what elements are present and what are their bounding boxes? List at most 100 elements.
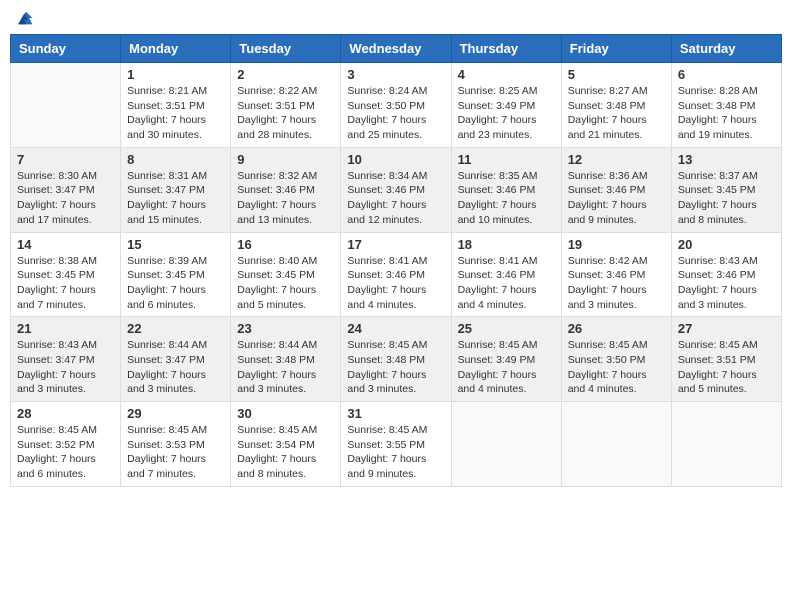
day-info: Sunrise: 8:32 AMSunset: 3:46 PMDaylight:… [237,169,334,228]
day-info: Sunrise: 8:45 AMSunset: 3:49 PMDaylight:… [458,338,555,397]
calendar-day: 16 Sunrise: 8:40 AMSunset: 3:45 PMDaylig… [231,232,341,317]
day-number: 23 [237,321,334,336]
calendar-day: 26 Sunrise: 8:45 AMSunset: 3:50 PMDaylig… [561,317,671,402]
day-info: Sunrise: 8:43 AMSunset: 3:46 PMDaylight:… [678,254,775,313]
day-info: Sunrise: 8:45 AMSunset: 3:51 PMDaylight:… [678,338,775,397]
day-number: 26 [568,321,665,336]
day-number: 31 [347,406,444,421]
day-number: 10 [347,152,444,167]
calendar-day [671,402,781,487]
day-info: Sunrise: 8:38 AMSunset: 3:45 PMDaylight:… [17,254,114,313]
calendar-day: 3 Sunrise: 8:24 AMSunset: 3:50 PMDayligh… [341,63,451,148]
day-header-friday: Friday [561,35,671,63]
day-info: Sunrise: 8:43 AMSunset: 3:47 PMDaylight:… [17,338,114,397]
calendar-day: 21 Sunrise: 8:43 AMSunset: 3:47 PMDaylig… [11,317,121,402]
day-info: Sunrise: 8:24 AMSunset: 3:50 PMDaylight:… [347,84,444,143]
day-info: Sunrise: 8:30 AMSunset: 3:47 PMDaylight:… [17,169,114,228]
day-info: Sunrise: 8:44 AMSunset: 3:48 PMDaylight:… [237,338,334,397]
day-info: Sunrise: 8:34 AMSunset: 3:46 PMDaylight:… [347,169,444,228]
day-number: 11 [458,152,555,167]
calendar-week-3: 14 Sunrise: 8:38 AMSunset: 3:45 PMDaylig… [11,232,782,317]
calendar-day: 24 Sunrise: 8:45 AMSunset: 3:48 PMDaylig… [341,317,451,402]
day-info: Sunrise: 8:28 AMSunset: 3:48 PMDaylight:… [678,84,775,143]
calendar-day [561,402,671,487]
day-info: Sunrise: 8:39 AMSunset: 3:45 PMDaylight:… [127,254,224,313]
calendar-day: 19 Sunrise: 8:42 AMSunset: 3:46 PMDaylig… [561,232,671,317]
logo [14,10,36,26]
calendar-week-4: 21 Sunrise: 8:43 AMSunset: 3:47 PMDaylig… [11,317,782,402]
day-number: 30 [237,406,334,421]
calendar-day: 17 Sunrise: 8:41 AMSunset: 3:46 PMDaylig… [341,232,451,317]
day-info: Sunrise: 8:36 AMSunset: 3:46 PMDaylight:… [568,169,665,228]
day-number: 14 [17,237,114,252]
day-number: 9 [237,152,334,167]
day-number: 13 [678,152,775,167]
calendar-day [451,402,561,487]
calendar-week-1: 1 Sunrise: 8:21 AMSunset: 3:51 PMDayligh… [11,63,782,148]
page-header [10,10,782,26]
calendar-day: 7 Sunrise: 8:30 AMSunset: 3:47 PMDayligh… [11,147,121,232]
calendar-day: 9 Sunrise: 8:32 AMSunset: 3:46 PMDayligh… [231,147,341,232]
day-number: 24 [347,321,444,336]
calendar-day: 11 Sunrise: 8:35 AMSunset: 3:46 PMDaylig… [451,147,561,232]
day-number: 25 [458,321,555,336]
day-number: 2 [237,67,334,82]
day-header-thursday: Thursday [451,35,561,63]
day-number: 22 [127,321,224,336]
calendar-header-row: SundayMondayTuesdayWednesdayThursdayFrid… [11,35,782,63]
calendar-day: 31 Sunrise: 8:45 AMSunset: 3:55 PMDaylig… [341,402,451,487]
day-number: 6 [678,67,775,82]
day-info: Sunrise: 8:45 AMSunset: 3:54 PMDaylight:… [237,423,334,482]
day-number: 29 [127,406,224,421]
day-number: 3 [347,67,444,82]
calendar-day: 10 Sunrise: 8:34 AMSunset: 3:46 PMDaylig… [341,147,451,232]
calendar-week-2: 7 Sunrise: 8:30 AMSunset: 3:47 PMDayligh… [11,147,782,232]
day-number: 19 [568,237,665,252]
day-number: 12 [568,152,665,167]
calendar-day: 25 Sunrise: 8:45 AMSunset: 3:49 PMDaylig… [451,317,561,402]
day-number: 1 [127,67,224,82]
day-info: Sunrise: 8:42 AMSunset: 3:46 PMDaylight:… [568,254,665,313]
calendar-day: 15 Sunrise: 8:39 AMSunset: 3:45 PMDaylig… [121,232,231,317]
day-info: Sunrise: 8:25 AMSunset: 3:49 PMDaylight:… [458,84,555,143]
day-header-monday: Monday [121,35,231,63]
day-number: 17 [347,237,444,252]
calendar-day: 18 Sunrise: 8:41 AMSunset: 3:46 PMDaylig… [451,232,561,317]
day-number: 16 [237,237,334,252]
calendar-day: 20 Sunrise: 8:43 AMSunset: 3:46 PMDaylig… [671,232,781,317]
day-number: 7 [17,152,114,167]
day-info: Sunrise: 8:41 AMSunset: 3:46 PMDaylight:… [347,254,444,313]
day-number: 5 [568,67,665,82]
day-header-sunday: Sunday [11,35,121,63]
day-number: 20 [678,237,775,252]
day-info: Sunrise: 8:41 AMSunset: 3:46 PMDaylight:… [458,254,555,313]
calendar-day: 23 Sunrise: 8:44 AMSunset: 3:48 PMDaylig… [231,317,341,402]
calendar-day: 13 Sunrise: 8:37 AMSunset: 3:45 PMDaylig… [671,147,781,232]
calendar-day: 12 Sunrise: 8:36 AMSunset: 3:46 PMDaylig… [561,147,671,232]
day-info: Sunrise: 8:45 AMSunset: 3:53 PMDaylight:… [127,423,224,482]
day-info: Sunrise: 8:44 AMSunset: 3:47 PMDaylight:… [127,338,224,397]
day-info: Sunrise: 8:45 AMSunset: 3:52 PMDaylight:… [17,423,114,482]
calendar-day [11,63,121,148]
calendar-day: 5 Sunrise: 8:27 AMSunset: 3:48 PMDayligh… [561,63,671,148]
calendar-day: 1 Sunrise: 8:21 AMSunset: 3:51 PMDayligh… [121,63,231,148]
calendar-day: 30 Sunrise: 8:45 AMSunset: 3:54 PMDaylig… [231,402,341,487]
calendar-day: 6 Sunrise: 8:28 AMSunset: 3:48 PMDayligh… [671,63,781,148]
day-info: Sunrise: 8:40 AMSunset: 3:45 PMDaylight:… [237,254,334,313]
day-number: 4 [458,67,555,82]
day-info: Sunrise: 8:37 AMSunset: 3:45 PMDaylight:… [678,169,775,228]
calendar-day: 4 Sunrise: 8:25 AMSunset: 3:49 PMDayligh… [451,63,561,148]
day-info: Sunrise: 8:45 AMSunset: 3:50 PMDaylight:… [568,338,665,397]
day-info: Sunrise: 8:45 AMSunset: 3:55 PMDaylight:… [347,423,444,482]
logo-icon [16,10,36,26]
day-info: Sunrise: 8:35 AMSunset: 3:46 PMDaylight:… [458,169,555,228]
day-number: 15 [127,237,224,252]
calendar-day: 14 Sunrise: 8:38 AMSunset: 3:45 PMDaylig… [11,232,121,317]
day-header-wednesday: Wednesday [341,35,451,63]
calendar-day: 27 Sunrise: 8:45 AMSunset: 3:51 PMDaylig… [671,317,781,402]
day-header-tuesday: Tuesday [231,35,341,63]
day-info: Sunrise: 8:45 AMSunset: 3:48 PMDaylight:… [347,338,444,397]
day-number: 8 [127,152,224,167]
day-header-saturday: Saturday [671,35,781,63]
calendar-day: 28 Sunrise: 8:45 AMSunset: 3:52 PMDaylig… [11,402,121,487]
